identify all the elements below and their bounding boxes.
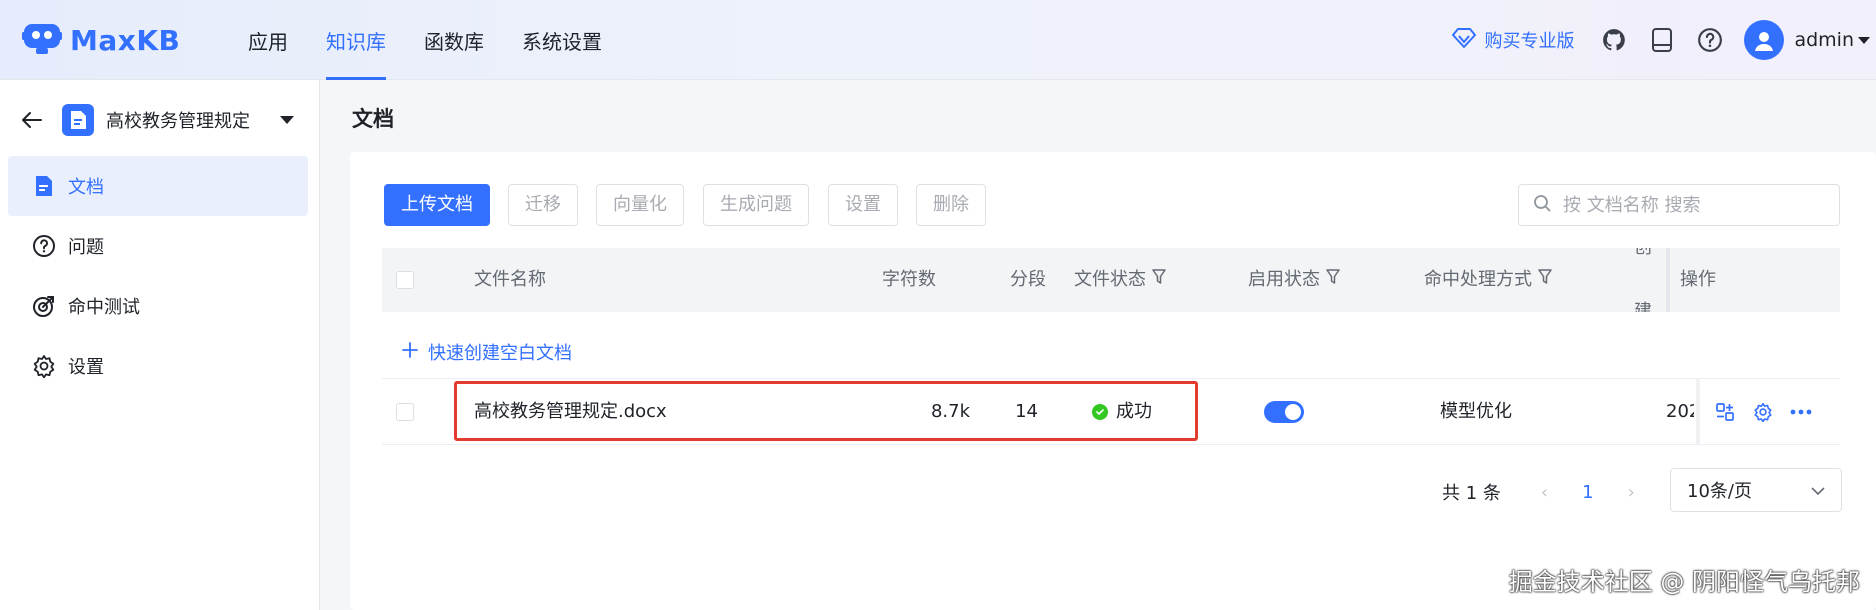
pagination-total: 共 1 条 [1442,483,1501,504]
highlight-box [454,381,1198,441]
top-header: MaxKB 应用 知识库 函数库 系统设置 购买专业版 admin [0,0,1876,80]
chevron-down-icon [1811,480,1825,501]
enable-toggle[interactable] [1264,401,1304,423]
nav-function-library[interactable]: 函数库 [424,0,484,80]
sidebar-item-documents[interactable]: 文档 [8,156,308,216]
chevron-down-icon[interactable] [1858,36,1870,44]
segment-icon[interactable] [1714,401,1736,423]
buy-pro-link[interactable]: 购买专业版 [1452,27,1574,54]
hit-mode: 模型优化 [1440,401,1512,422]
created-time: 202 [1666,401,1694,422]
robot-logo-icon [22,20,62,60]
manual-icon[interactable] [1648,26,1676,54]
username[interactable]: admin [1794,29,1854,51]
sidebar-item-hit-test[interactable]: 命中测试 [8,276,308,336]
plus-icon [402,341,418,363]
page-size-value: 10条/页 [1687,481,1752,502]
delete-button[interactable]: 删除 [916,184,986,226]
column-header-paragraphs: 分段 [1010,269,1046,290]
filter-icon[interactable] [1152,248,1166,312]
generate-questions-button[interactable]: 生成问题 [703,184,809,226]
column-header-label: 文件状态 [1074,269,1146,290]
column-header-enable-status[interactable]: 启用状态 [1248,248,1340,312]
pagination: 共 1 条 ‹ 1 › [1442,470,1635,514]
row-divider [382,444,1840,445]
caret-down-icon[interactable] [280,116,294,124]
sidebar-item-label: 设置 [68,357,104,378]
avatar[interactable] [1744,20,1785,60]
target-icon [32,294,56,318]
document-panel: 上传文档 迁移 向量化 生成问题 设置 删除 文件名称 字符数 分段 文件状态 … [350,152,1876,610]
search-box[interactable] [1518,184,1840,226]
knowledge-base-name: 高校教务管理规定 [106,111,250,132]
column-header-chars: 字符数 [882,269,936,290]
fixed-column-divider [1666,248,1670,312]
nav-knowledge-base[interactable]: 知识库 [326,0,386,80]
quick-create-blank-document[interactable]: 快速创建空白文档 [402,332,572,372]
brand-logo[interactable]: MaxKB [22,20,180,60]
github-icon[interactable] [1600,26,1628,54]
gear-icon [32,354,56,378]
top-nav: 应用 知识库 函数库 系统设置 [248,0,640,80]
sidebar-item-label: 命中测试 [68,297,140,318]
search-icon [1533,194,1551,216]
sidebar-item-label: 文档 [68,177,104,198]
table-header: 文件名称 字符数 分段 文件状态 启用状态 命中处理方式 创建 操作 [382,248,1840,312]
question-icon [32,234,56,258]
upload-document-button[interactable]: 上传文档 [384,184,490,226]
column-header-name: 文件名称 [474,269,546,290]
buy-pro-label: 购买专业版 [1484,31,1575,52]
watermark: 掘金技术社区 @ 阴阳怪气乌托邦 [1508,568,1860,596]
vectorize-button[interactable]: 向量化 [596,184,684,226]
migrate-button[interactable]: 迁移 [508,184,578,226]
sidebar: 高校教务管理规定 文档 问题 命中测试 设置 [0,80,320,610]
fixed-column-divider [1696,378,1700,444]
brand-name: MaxKB [70,23,181,57]
select-all-checkbox[interactable] [396,271,414,289]
sidebar-item-questions[interactable]: 问题 [8,216,308,276]
diamond-icon [1452,27,1477,54]
knowledge-base-icon [62,104,94,136]
column-header-label: 启用状态 [1248,269,1320,290]
page-number[interactable]: 1 [1582,482,1593,503]
more-icon[interactable] [1790,401,1812,423]
gear-icon[interactable] [1752,401,1774,423]
back-arrow-icon[interactable] [20,107,46,133]
knowledge-base-selector[interactable]: 高校教务管理规定 [20,100,300,140]
page-title: 文档 [352,107,394,131]
sidebar-item-settings[interactable]: 设置 [8,336,308,396]
column-header-label: 命中处理方式 [1424,269,1532,290]
document-icon [32,174,56,198]
search-input[interactable] [1561,193,1821,217]
settings-button[interactable]: 设置 [828,184,898,226]
column-header-created: 创建 [1634,248,1652,312]
filter-icon[interactable] [1326,248,1340,312]
sidebar-item-label: 问题 [68,237,104,258]
column-header-hit-mode[interactable]: 命中处理方式 [1424,248,1552,312]
row-checkbox[interactable] [396,403,414,421]
help-icon[interactable] [1696,26,1724,54]
filter-icon[interactable] [1538,248,1552,312]
chevron-left-icon[interactable]: ‹ [1541,482,1548,503]
nav-apps[interactable]: 应用 [248,0,288,80]
column-header-actions: 操作 [1680,269,1716,290]
chevron-right-icon[interactable]: › [1628,482,1635,503]
nav-system-settings[interactable]: 系统设置 [522,0,602,80]
page-size-select[interactable]: 10条/页 [1670,468,1842,512]
column-header-file-status[interactable]: 文件状态 [1074,248,1166,312]
quick-create-label: 快速创建空白文档 [428,343,572,364]
header-actions: 购买专业版 admin [1452,0,1876,80]
